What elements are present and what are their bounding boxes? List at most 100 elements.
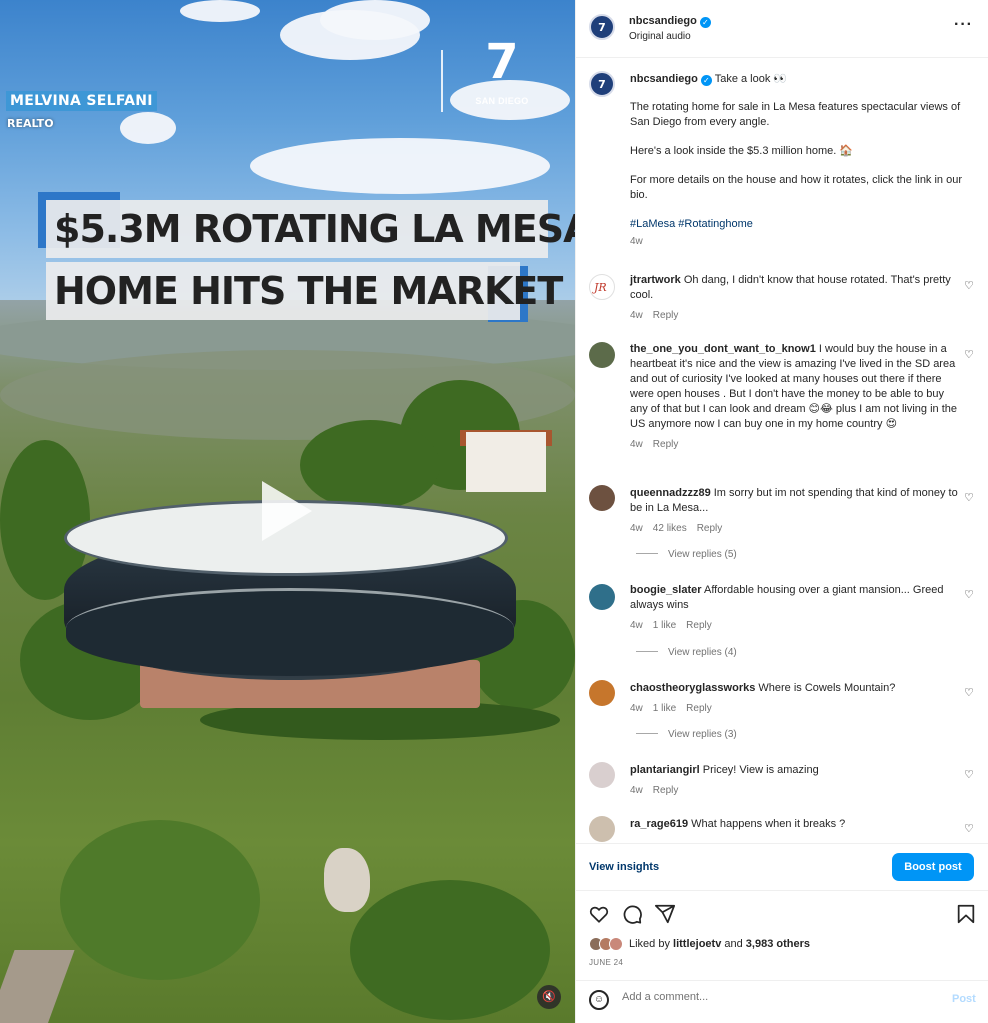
- post-details-panel: 7 nbcsandiego ✓ Original audio ··· 7 nbcs…: [575, 0, 988, 1023]
- replies-line: [636, 651, 658, 652]
- avatar[interactable]: JR: [589, 274, 615, 300]
- comment-username[interactable]: the_one_you_dont_want_to_know1: [630, 343, 816, 355]
- reply-button[interactable]: Reply: [686, 620, 712, 631]
- caption-first-line: Take a look 👀: [714, 73, 788, 85]
- share-icon[interactable]: [654, 903, 676, 925]
- reply-button[interactable]: Reply: [653, 310, 679, 321]
- caption-time[interactable]: 4w: [630, 234, 970, 249]
- comment-username[interactable]: boogie_slater: [630, 584, 702, 596]
- username-text[interactable]: nbcsandiego: [629, 15, 697, 27]
- comment-time[interactable]: 4w: [630, 439, 643, 450]
- replies-line: [636, 553, 658, 554]
- more-options-icon[interactable]: ···: [954, 16, 973, 34]
- jtr-logo-icon: JR: [592, 281, 607, 294]
- like-comment-icon[interactable]: ♡: [964, 348, 974, 361]
- comment-time[interactable]: 4w: [630, 310, 643, 321]
- caption-username[interactable]: nbcsandiego: [630, 73, 698, 85]
- play-icon[interactable]: [262, 481, 312, 541]
- like-comment-icon[interactable]: ♡: [964, 588, 974, 601]
- comment-text: I would buy the house in a heartbeat it'…: [630, 343, 957, 430]
- comment-text: What happens when it breaks ?: [691, 818, 846, 830]
- logo-text: SAN DIEGO: [475, 96, 529, 106]
- like-comment-icon[interactable]: ♡: [964, 686, 974, 699]
- comment-username[interactable]: queennadzzz89: [630, 487, 711, 499]
- comment-username[interactable]: jtrartwork: [630, 274, 681, 286]
- view-insights-link[interactable]: View insights: [589, 861, 659, 873]
- cloud-decoration: [320, 0, 430, 40]
- cloud-decoration: [120, 112, 176, 144]
- comment-username[interactable]: chaostheoryglassworks: [630, 682, 755, 694]
- comment-time[interactable]: 4w: [630, 785, 643, 796]
- likes-count-link[interactable]: 3,983 others: [746, 938, 810, 950]
- comments-scroll[interactable]: 7 nbcsandiego ✓ Take a look 👀 The rotatin…: [576, 58, 988, 844]
- heart-icon[interactable]: [588, 903, 610, 925]
- audio-link[interactable]: Original audio: [629, 31, 691, 42]
- reporter-role: REALTO: [7, 117, 54, 130]
- like-comment-icon[interactable]: ♡: [964, 491, 974, 504]
- like-comment-icon[interactable]: ♡: [964, 768, 974, 781]
- username-link[interactable]: nbcsandiego ✓: [629, 15, 711, 28]
- caption-hashtags[interactable]: #LaMesa #Rotatinghome: [630, 217, 970, 232]
- comment-text: Pricey! View is amazing: [702, 764, 819, 776]
- avatar[interactable]: 7: [589, 14, 615, 40]
- avatar[interactable]: [589, 762, 615, 788]
- view-replies-label[interactable]: View replies (4): [668, 647, 737, 658]
- boulder: [324, 848, 370, 912]
- tree-decoration: [60, 820, 260, 980]
- comment-likes[interactable]: 42 likes: [653, 523, 687, 534]
- headline-line-1: $5.3M ROTATING LA MESA: [46, 200, 575, 258]
- rotating-house-lower: [66, 588, 514, 676]
- save-icon[interactable]: [955, 903, 977, 925]
- boost-post-button[interactable]: Boost post: [892, 853, 974, 881]
- view-replies-button[interactable]: View replies (3): [636, 729, 737, 740]
- post-header: 7 nbcsandiego ✓ Original audio ···: [576, 0, 988, 58]
- post-date[interactable]: JUNE 24: [589, 958, 623, 967]
- like-comment-icon[interactable]: ♡: [964, 822, 974, 835]
- comment-likes[interactable]: 1 like: [653, 703, 676, 714]
- logo-number: 7: [485, 34, 519, 90]
- comment-input[interactable]: [622, 991, 922, 1003]
- mute-icon[interactable]: 🔇: [537, 985, 561, 1009]
- verified-icon: ✓: [699, 17, 711, 28]
- comment-username[interactable]: plantariangirl: [630, 764, 700, 776]
- comment-username[interactable]: ra_rage619: [630, 818, 688, 830]
- logo-divider: [441, 50, 443, 112]
- avatar[interactable]: [589, 342, 615, 368]
- view-replies-label[interactable]: View replies (3): [668, 729, 737, 740]
- avatar[interactable]: [589, 584, 615, 610]
- replies-line: [636, 733, 658, 734]
- liked-prefix: Liked by: [629, 938, 674, 950]
- reporter-name: MELVINA SELFANI: [6, 91, 157, 111]
- add-comment-bar: ☺ Post: [576, 980, 988, 1023]
- liked-user-link[interactable]: littlejoetv: [673, 938, 721, 950]
- caption-paragraph: For more details on the house and how it…: [630, 174, 963, 201]
- neighbor-house: [466, 432, 546, 492]
- reply-button[interactable]: Reply: [653, 439, 679, 450]
- view-replies-label[interactable]: View replies (5): [668, 549, 737, 560]
- post-comment-button[interactable]: Post: [952, 993, 976, 1005]
- comment-icon[interactable]: [621, 903, 643, 925]
- comment-likes[interactable]: 1 like: [653, 620, 676, 631]
- comment-time[interactable]: 4w: [630, 703, 643, 714]
- liker-avatar[interactable]: [609, 937, 623, 951]
- avatar[interactable]: [589, 485, 615, 511]
- comment-time[interactable]: 4w: [630, 620, 643, 631]
- like-comment-icon[interactable]: ♡: [964, 279, 974, 292]
- tree-decoration: [350, 880, 550, 1020]
- avatar[interactable]: [589, 680, 615, 706]
- avatar[interactable]: 7: [589, 71, 615, 97]
- cloud-decoration: [250, 138, 550, 194]
- reply-button[interactable]: Reply: [686, 703, 712, 714]
- view-replies-button[interactable]: View replies (4): [636, 647, 737, 658]
- emoji-icon[interactable]: ☺: [589, 990, 609, 1010]
- tree-decoration: [300, 420, 440, 510]
- reply-button[interactable]: Reply: [653, 785, 679, 796]
- headline-line-2: HOME HITS THE MARKET: [46, 262, 563, 320]
- avatar[interactable]: [589, 816, 615, 842]
- video-player[interactable]: MELVINA SELFANI REALTO 7 SAN DIEGO $5.3M…: [0, 0, 575, 1023]
- caption-paragraph: The rotating home for sale in La Mesa fe…: [630, 101, 961, 128]
- reply-button[interactable]: Reply: [697, 523, 723, 534]
- comment-time[interactable]: 4w: [630, 523, 643, 534]
- view-replies-button[interactable]: View replies (5): [636, 549, 737, 560]
- liked-mid: and: [721, 938, 746, 950]
